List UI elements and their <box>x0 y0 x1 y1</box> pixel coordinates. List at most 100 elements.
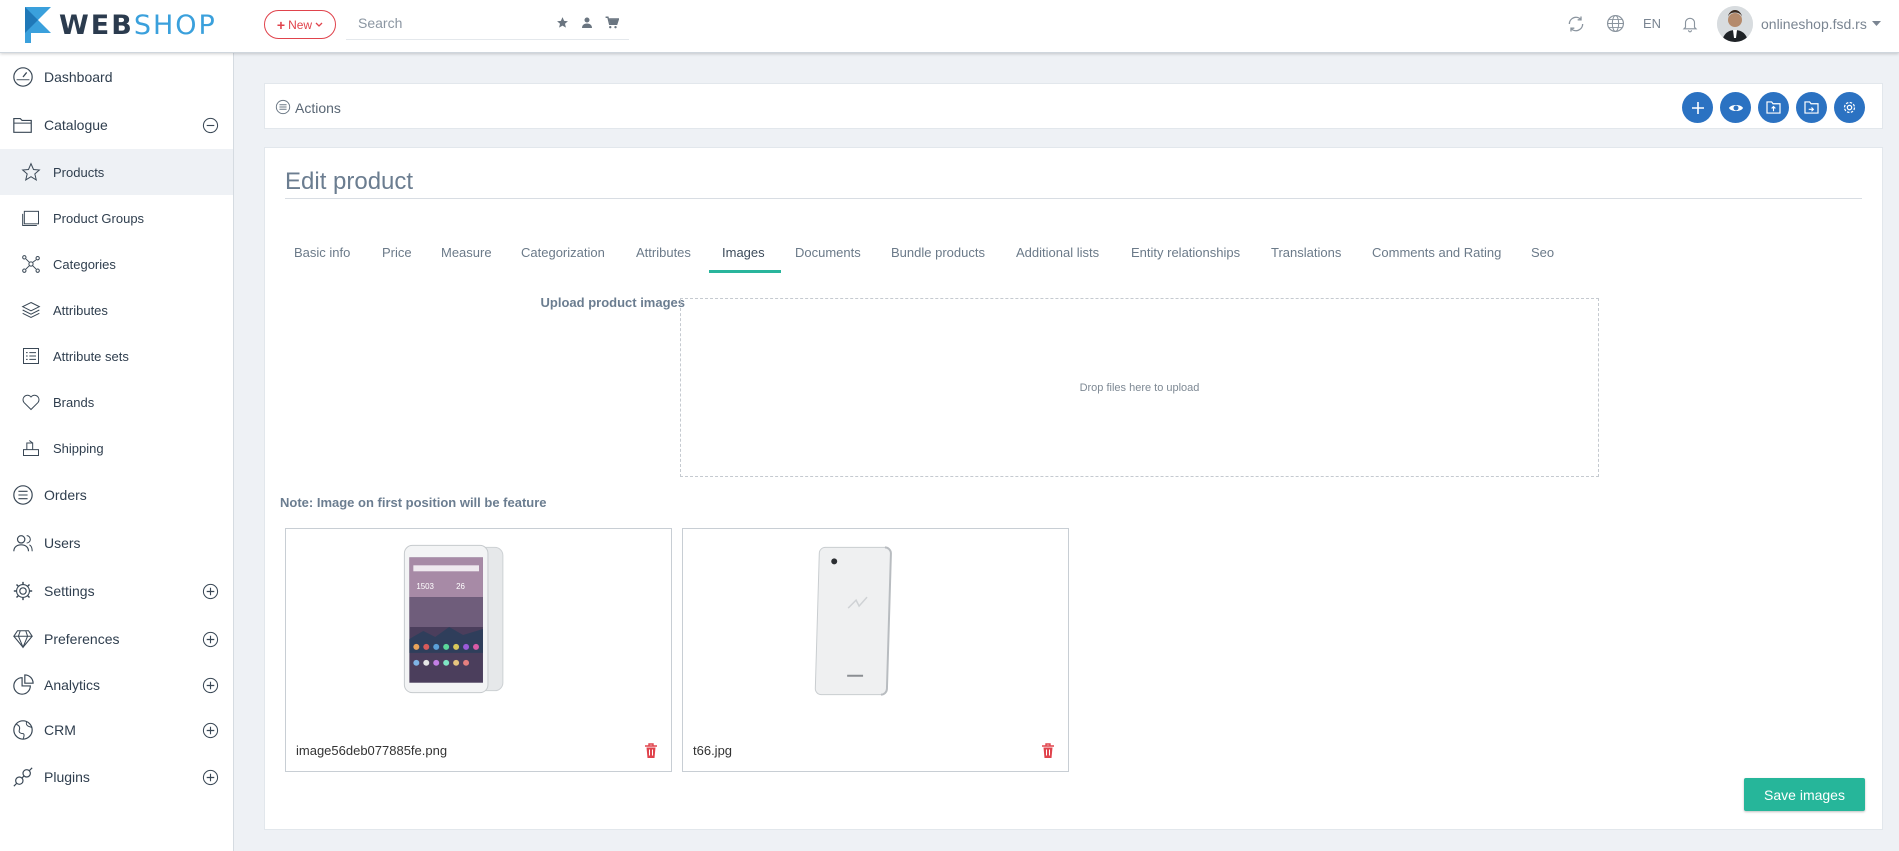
user-icon[interactable] <box>581 16 593 29</box>
add-button[interactable] <box>1682 92 1713 123</box>
dropzone-text: Drop files here to upload <box>1079 382 1200 394</box>
actions-bar: Actions <box>264 83 1883 129</box>
expand-icon[interactable] <box>202 677 219 694</box>
new-button[interactable]: + New <box>264 10 336 39</box>
refresh-button[interactable] <box>1566 0 1586 47</box>
sidebar-item-attribute-sets[interactable]: Attribute sets <box>0 336 233 376</box>
tab-documents[interactable]: Documents <box>795 245 861 260</box>
star-outline-icon <box>21 162 41 181</box>
image-filename: image56deb077885fe.png <box>296 743 448 758</box>
orders-icon <box>13 485 33 505</box>
search-input[interactable] <box>346 14 536 31</box>
tab-seo[interactable]: Seo <box>1531 245 1554 260</box>
dashboard-icon <box>13 67 33 87</box>
notifications-button[interactable] <box>1681 0 1699 47</box>
tab-attributes[interactable]: Attributes <box>636 245 691 260</box>
sidebar-item-analytics[interactable]: Analytics <box>0 664 233 706</box>
sidebar-item-brands[interactable]: Brands <box>0 382 233 422</box>
sidebar-item-label: Dashboard <box>44 69 113 85</box>
sidebar-item-categories[interactable]: Categories <box>0 244 233 284</box>
title-divider <box>285 198 1862 199</box>
sidebar-item-settings[interactable]: Settings <box>0 570 233 612</box>
sidebar-item-label: Shipping <box>53 440 104 456</box>
user-menu[interactable]: onlineshop.fsd.rs <box>1717 0 1881 47</box>
language-selector[interactable]: EN <box>1643 0 1661 47</box>
heart-icon <box>22 394 40 411</box>
actions-menu-icon[interactable] <box>275 99 291 115</box>
sidebar-item-orders[interactable]: Orders <box>0 474 233 516</box>
caret-down-icon <box>1871 20 1881 26</box>
folder-export-icon <box>1804 101 1819 114</box>
shipping-icon <box>23 440 39 456</box>
expand-icon[interactable] <box>202 583 219 600</box>
tab-images[interactable]: Images <box>722 245 765 260</box>
cog-icon <box>1843 101 1856 114</box>
sidebar-item-preferences[interactable]: Preferences <box>0 618 233 660</box>
settings-action-button[interactable] <box>1834 92 1865 123</box>
cart-icon[interactable] <box>605 16 619 29</box>
sidebar-item-crm[interactable]: CRM <box>0 709 233 751</box>
star-icon[interactable] <box>556 16 569 29</box>
top-header: WEBSHOP + New EN onlineshop.fsd.rs <box>0 0 1899 53</box>
trash-icon[interactable] <box>644 743 658 759</box>
upload-label: Upload product images <box>540 295 685 310</box>
tab-additional-lists[interactable]: Additional lists <box>1016 245 1099 260</box>
tab-translations[interactable]: Translations <box>1271 245 1341 260</box>
actions-label[interactable]: Actions <box>295 100 341 116</box>
users-icon <box>13 535 33 552</box>
sidebar-item-label: Product Groups <box>53 210 145 226</box>
sidebar-item-shipping[interactable]: Shipping <box>0 428 233 468</box>
image-card[interactable]: t66.jpg <box>682 528 1069 772</box>
pie-chart-icon <box>13 674 34 695</box>
logo[interactable]: WEBSHOP <box>25 5 217 45</box>
tab-bundle-products[interactable]: Bundle products <box>891 245 985 260</box>
sidebar-item-label: Attribute sets <box>53 348 129 364</box>
tab-measure[interactable]: Measure <box>441 245 492 260</box>
file-dropzone[interactable]: Drop files here to upload <box>680 298 1599 477</box>
tab-entity-relationships[interactable]: Entity relationships <box>1131 245 1240 260</box>
sidebar-item-attributes[interactable]: Attributes <box>0 290 233 330</box>
globe-icon <box>13 720 33 740</box>
sidebar-item-dashboard[interactable]: Dashboard <box>0 57 233 97</box>
feature-note: Note: Image on first position will be fe… <box>280 495 547 510</box>
tab-categorization[interactable]: Categorization <box>521 245 605 260</box>
sidebar-item-label: Users <box>44 535 81 551</box>
collapse-icon[interactable] <box>202 117 219 134</box>
sidebar-item-plugins[interactable]: Plugins <box>0 756 233 798</box>
sidebar-item-label: Plugins <box>44 769 90 785</box>
svg-text:26: 26 <box>456 582 465 591</box>
sidebar-item-label: Orders <box>44 487 87 503</box>
tab-price[interactable]: Price <box>382 245 412 260</box>
preview-button[interactable] <box>1720 92 1751 123</box>
refresh-icon <box>1568 16 1584 31</box>
expand-icon[interactable] <box>202 769 219 786</box>
logo-text: WEBSHOP <box>59 9 217 41</box>
page-title: Edit product <box>285 168 414 195</box>
tab-comments-and-rating[interactable]: Comments and Rating <box>1372 245 1501 260</box>
globe-icon <box>1606 14 1625 33</box>
trash-icon[interactable] <box>1041 743 1055 759</box>
image-filename: t66.jpg <box>693 743 733 758</box>
sidebar-item-product-groups[interactable]: Product Groups <box>0 198 233 238</box>
product-image-tablet-front: 1503 26 <box>403 544 504 694</box>
sidebar-item-label: Categories <box>53 256 116 272</box>
logo-flag-icon <box>25 7 51 43</box>
language-globe-button[interactable] <box>1606 0 1625 47</box>
sidebar-item-label: Attributes <box>53 302 108 318</box>
save-images-button[interactable]: Save images <box>1744 778 1865 811</box>
tab-basic-info[interactable]: Basic info <box>294 245 350 260</box>
folder-icon <box>13 117 32 133</box>
export-folder-button[interactable] <box>1796 92 1827 123</box>
bell-icon <box>1682 17 1698 33</box>
search-bar <box>346 6 629 40</box>
sidebar-item-catalogue[interactable]: Catalogue <box>0 105 233 145</box>
sidebar-item-users[interactable]: Users <box>0 522 233 564</box>
list-icon <box>23 348 39 364</box>
save-folder-button[interactable] <box>1758 92 1789 123</box>
diamond-icon <box>13 630 33 649</box>
expand-icon[interactable] <box>202 631 219 648</box>
image-card[interactable]: 1503 26 image56deb077885fe.png <box>285 528 672 772</box>
sidebar-item-products[interactable]: Products <box>0 149 233 195</box>
expand-icon[interactable] <box>202 722 219 739</box>
product-groups-icon <box>22 210 39 226</box>
